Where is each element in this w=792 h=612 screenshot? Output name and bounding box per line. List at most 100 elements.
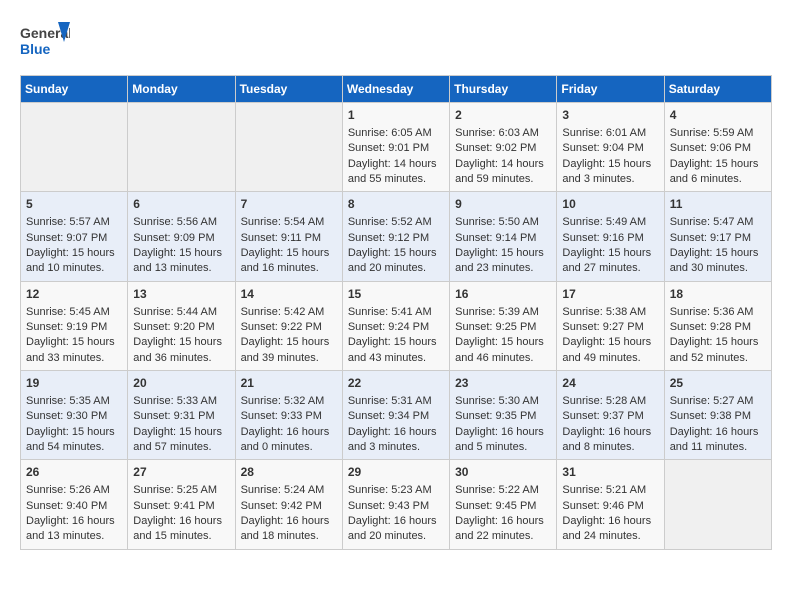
cell-content: and 46 minutes. bbox=[455, 351, 551, 366]
cell-content: and 33 minutes. bbox=[26, 351, 122, 366]
cell-content: Daylight: 15 hours bbox=[562, 335, 658, 350]
cell-content: Sunrise: 5:21 AM bbox=[562, 483, 658, 498]
cell-content: Daylight: 15 hours bbox=[241, 246, 337, 261]
cell-content: and 10 minutes. bbox=[26, 261, 122, 276]
cell-content: and 54 minutes. bbox=[26, 440, 122, 455]
cell-content: Daylight: 15 hours bbox=[241, 335, 337, 350]
day-number: 4 bbox=[670, 107, 766, 124]
calendar-cell: 17Sunrise: 5:38 AMSunset: 9:27 PMDayligh… bbox=[557, 281, 664, 370]
calendar-cell: 5Sunrise: 5:57 AMSunset: 9:07 PMDaylight… bbox=[21, 192, 128, 281]
day-number: 17 bbox=[562, 286, 658, 303]
day-number: 30 bbox=[455, 464, 551, 481]
calendar-cell: 21Sunrise: 5:32 AMSunset: 9:33 PMDayligh… bbox=[235, 371, 342, 460]
cell-content: Sunset: 9:01 PM bbox=[348, 141, 444, 156]
day-number: 24 bbox=[562, 375, 658, 392]
calendar-cell: 10Sunrise: 5:49 AMSunset: 9:16 PMDayligh… bbox=[557, 192, 664, 281]
day-number: 10 bbox=[562, 196, 658, 213]
cell-content: Sunrise: 5:27 AM bbox=[670, 394, 766, 409]
cell-content: and 13 minutes. bbox=[133, 261, 229, 276]
day-number: 13 bbox=[133, 286, 229, 303]
cell-content: Sunrise: 6:03 AM bbox=[455, 126, 551, 141]
day-number: 5 bbox=[26, 196, 122, 213]
day-number: 25 bbox=[670, 375, 766, 392]
cell-content: Daylight: 15 hours bbox=[348, 246, 444, 261]
cell-content: Sunset: 9:12 PM bbox=[348, 231, 444, 246]
calendar-week-row: 1Sunrise: 6:05 AMSunset: 9:01 PMDaylight… bbox=[21, 103, 772, 192]
cell-content: Sunset: 9:11 PM bbox=[241, 231, 337, 246]
cell-content: Sunset: 9:20 PM bbox=[133, 320, 229, 335]
weekday-header: Wednesday bbox=[342, 76, 449, 103]
cell-content: Sunset: 9:30 PM bbox=[26, 409, 122, 424]
calendar-cell: 4Sunrise: 5:59 AMSunset: 9:06 PMDaylight… bbox=[664, 103, 771, 192]
cell-content: Daylight: 15 hours bbox=[26, 335, 122, 350]
cell-content: Sunset: 9:07 PM bbox=[26, 231, 122, 246]
cell-content: Sunset: 9:19 PM bbox=[26, 320, 122, 335]
day-number: 26 bbox=[26, 464, 122, 481]
cell-content: Sunset: 9:31 PM bbox=[133, 409, 229, 424]
cell-content: and 8 minutes. bbox=[562, 440, 658, 455]
calendar-cell: 14Sunrise: 5:42 AMSunset: 9:22 PMDayligh… bbox=[235, 281, 342, 370]
cell-content: Sunset: 9:04 PM bbox=[562, 141, 658, 156]
day-number: 29 bbox=[348, 464, 444, 481]
cell-content: Daylight: 16 hours bbox=[562, 425, 658, 440]
cell-content: and 49 minutes. bbox=[562, 351, 658, 366]
calendar-cell: 8Sunrise: 5:52 AMSunset: 9:12 PMDaylight… bbox=[342, 192, 449, 281]
cell-content: Sunrise: 5:44 AM bbox=[133, 305, 229, 320]
cell-content: Daylight: 15 hours bbox=[26, 246, 122, 261]
cell-content: Daylight: 15 hours bbox=[455, 335, 551, 350]
day-number: 31 bbox=[562, 464, 658, 481]
day-number: 2 bbox=[455, 107, 551, 124]
day-number: 22 bbox=[348, 375, 444, 392]
cell-content: Sunrise: 5:45 AM bbox=[26, 305, 122, 320]
calendar-cell: 25Sunrise: 5:27 AMSunset: 9:38 PMDayligh… bbox=[664, 371, 771, 460]
day-number: 1 bbox=[348, 107, 444, 124]
cell-content: Sunrise: 5:36 AM bbox=[670, 305, 766, 320]
cell-content: Sunset: 9:22 PM bbox=[241, 320, 337, 335]
day-number: 12 bbox=[26, 286, 122, 303]
calendar-cell: 9Sunrise: 5:50 AMSunset: 9:14 PMDaylight… bbox=[450, 192, 557, 281]
day-number: 6 bbox=[133, 196, 229, 213]
cell-content: Sunrise: 5:32 AM bbox=[241, 394, 337, 409]
cell-content: and 22 minutes. bbox=[455, 529, 551, 544]
cell-content: Daylight: 15 hours bbox=[562, 246, 658, 261]
day-number: 7 bbox=[241, 196, 337, 213]
calendar-week-row: 26Sunrise: 5:26 AMSunset: 9:40 PMDayligh… bbox=[21, 460, 772, 549]
cell-content: and 20 minutes. bbox=[348, 261, 444, 276]
cell-content: Daylight: 16 hours bbox=[455, 425, 551, 440]
cell-content: and 59 minutes. bbox=[455, 172, 551, 187]
calendar-cell: 18Sunrise: 5:36 AMSunset: 9:28 PMDayligh… bbox=[664, 281, 771, 370]
calendar-week-row: 12Sunrise: 5:45 AMSunset: 9:19 PMDayligh… bbox=[21, 281, 772, 370]
svg-text:Blue: Blue bbox=[20, 41, 51, 57]
cell-content: Daylight: 16 hours bbox=[241, 425, 337, 440]
weekday-header: Sunday bbox=[21, 76, 128, 103]
cell-content: and 18 minutes. bbox=[241, 529, 337, 544]
day-number: 27 bbox=[133, 464, 229, 481]
cell-content: Sunrise: 5:49 AM bbox=[562, 215, 658, 230]
cell-content: Sunrise: 5:42 AM bbox=[241, 305, 337, 320]
cell-content: Sunrise: 5:50 AM bbox=[455, 215, 551, 230]
cell-content: Daylight: 16 hours bbox=[133, 514, 229, 529]
day-number: 23 bbox=[455, 375, 551, 392]
cell-content: Sunrise: 5:52 AM bbox=[348, 215, 444, 230]
logo: General Blue bbox=[20, 20, 70, 65]
weekday-header: Tuesday bbox=[235, 76, 342, 103]
cell-content: Sunrise: 5:38 AM bbox=[562, 305, 658, 320]
cell-content: Sunrise: 5:35 AM bbox=[26, 394, 122, 409]
cell-content: Sunset: 9:28 PM bbox=[670, 320, 766, 335]
cell-content: and 36 minutes. bbox=[133, 351, 229, 366]
calendar-cell: 28Sunrise: 5:24 AMSunset: 9:42 PMDayligh… bbox=[235, 460, 342, 549]
cell-content: Sunset: 9:41 PM bbox=[133, 499, 229, 514]
calendar-cell: 26Sunrise: 5:26 AMSunset: 9:40 PMDayligh… bbox=[21, 460, 128, 549]
cell-content: Daylight: 15 hours bbox=[26, 425, 122, 440]
logo-graphic: General Blue bbox=[20, 20, 70, 65]
calendar-cell bbox=[21, 103, 128, 192]
cell-content: and 5 minutes. bbox=[455, 440, 551, 455]
cell-content: and 11 minutes. bbox=[670, 440, 766, 455]
cell-content: Sunset: 9:45 PM bbox=[455, 499, 551, 514]
cell-content: Sunrise: 5:25 AM bbox=[133, 483, 229, 498]
cell-content: Sunrise: 5:30 AM bbox=[455, 394, 551, 409]
calendar-cell: 11Sunrise: 5:47 AMSunset: 9:17 PMDayligh… bbox=[664, 192, 771, 281]
cell-content: and 39 minutes. bbox=[241, 351, 337, 366]
cell-content: Sunrise: 5:59 AM bbox=[670, 126, 766, 141]
cell-content: Daylight: 16 hours bbox=[670, 425, 766, 440]
